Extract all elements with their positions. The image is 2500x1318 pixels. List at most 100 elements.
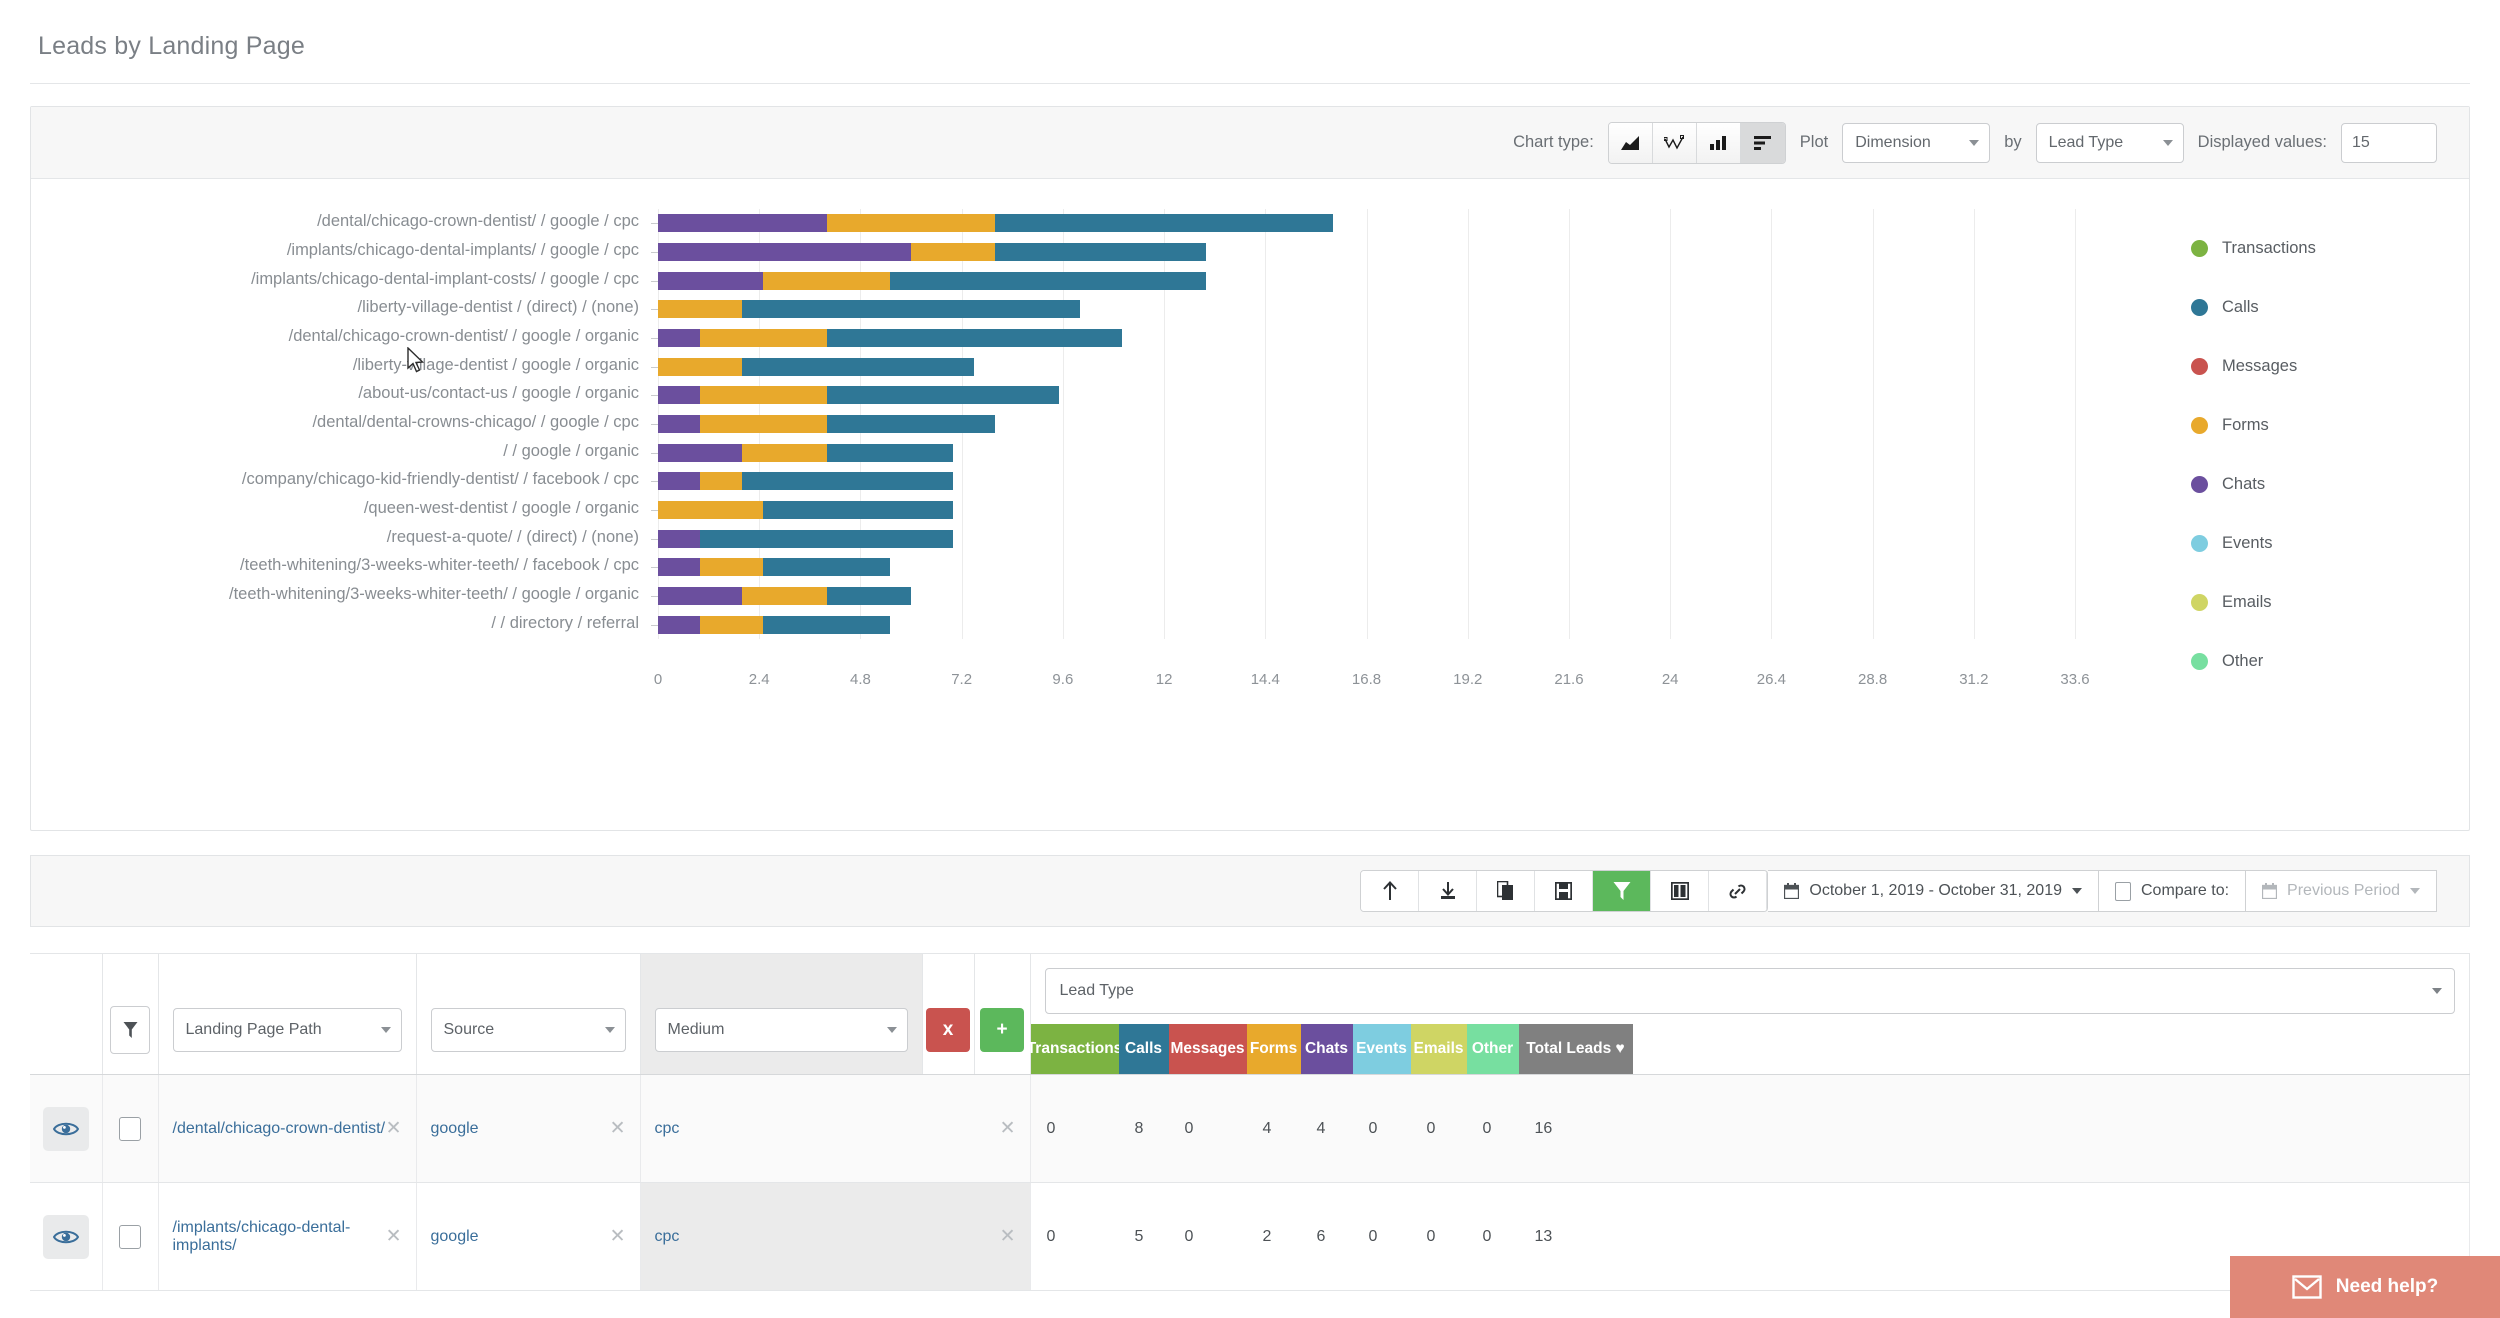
chart-bar-segment[interactable] <box>763 615 890 634</box>
chart-bar-segment[interactable] <box>700 415 827 433</box>
compare-checkbox[interactable] <box>2115 881 2131 901</box>
chart-bar-segment[interactable] <box>700 472 743 491</box>
chart-bar-segment[interactable] <box>658 300 743 319</box>
chart-bar-segment[interactable] <box>826 329 1122 347</box>
filter-icon[interactable] <box>1593 871 1652 911</box>
metric-column-header[interactable]: Forms <box>1246 1024 1301 1074</box>
chart-bar-segment[interactable] <box>700 329 827 347</box>
chart-bar-segment[interactable] <box>700 386 827 405</box>
table-row[interactable]: /implants/chicago-dental-implants/✕ googl… <box>30 1182 2470 1291</box>
previous-period-select[interactable]: Previous Period <box>2246 870 2437 912</box>
metric-column-header[interactable]: Total Leads ♥ <box>1518 1024 1633 1074</box>
metric-column-header[interactable]: Other <box>1466 1024 1519 1074</box>
chart-bar-segment[interactable] <box>742 443 827 462</box>
chart-bar-segment[interactable] <box>826 214 996 233</box>
chart-bar-segment[interactable] <box>658 386 701 405</box>
date-range-picker[interactable]: October 1, 2019 - October 31, 2019 <box>1768 870 2099 912</box>
dimension-select-1[interactable]: Landing Page Path <box>172 1008 402 1052</box>
columns-icon[interactable] <box>1651 871 1710 911</box>
plot-by-select[interactable]: Lead Type <box>2035 122 2184 163</box>
cell-value[interactable]: google <box>431 1120 479 1138</box>
need-help-widget[interactable]: Need help? <box>2230 1256 2500 1318</box>
download-icon[interactable] <box>1419 871 1478 911</box>
chart-bar-segment[interactable] <box>658 415 701 433</box>
row-checkbox[interactable] <box>119 1116 141 1141</box>
displayed-values-input[interactable] <box>2341 122 2437 163</box>
legend-item[interactable]: Messages <box>2191 337 2316 396</box>
chart-bar-segment[interactable] <box>658 243 912 261</box>
metric-column-header[interactable]: Calls <box>1118 1024 1169 1074</box>
remove-dimension-button[interactable]: x <box>926 1008 970 1052</box>
column-chart-icon[interactable] <box>1696 122 1741 163</box>
area-chart-icon[interactable] <box>1608 122 1653 163</box>
remove-value-icon[interactable]: ✕ <box>610 1225 626 1248</box>
filter-toggle-button[interactable] <box>110 1006 150 1054</box>
chart-bar-segment[interactable] <box>995 243 1207 261</box>
row-visibility-button[interactable] <box>42 1214 89 1259</box>
chart-bar-segment[interactable] <box>742 472 954 491</box>
legend-item[interactable]: Forms <box>2191 396 2316 455</box>
remove-value-icon[interactable]: ✕ <box>1000 1225 1016 1248</box>
chart-bar-segment[interactable] <box>826 587 912 605</box>
chart-bar-segment[interactable] <box>700 529 954 548</box>
metric-column-header[interactable]: Transactions <box>1027 1024 1122 1074</box>
chart-bar-segment[interactable] <box>826 415 996 433</box>
upload-icon[interactable] <box>1361 871 1420 911</box>
row-visibility-button[interactable] <box>42 1106 89 1151</box>
legend-item[interactable]: Calls <box>2191 278 2316 337</box>
remove-value-icon[interactable]: ✕ <box>610 1117 626 1140</box>
chart-bar-segment[interactable] <box>658 587 743 605</box>
chart-bar-segment[interactable] <box>658 472 701 491</box>
chart-bar-segment[interactable] <box>763 558 890 577</box>
chart-bar-segment[interactable] <box>911 243 996 261</box>
link-icon[interactable] <box>1709 871 1768 911</box>
chart-bar-segment[interactable] <box>995 214 1333 233</box>
metric-column-header[interactable]: Messages <box>1168 1024 1247 1074</box>
remove-value-icon[interactable]: ✕ <box>1000 1117 1016 1140</box>
legend-item[interactable]: Transactions <box>2191 219 2316 278</box>
chart-bar-segment[interactable] <box>658 271 764 290</box>
legend-item[interactable]: Emails <box>2191 573 2316 632</box>
cell-value[interactable]: cpc <box>655 1228 680 1246</box>
legend-item[interactable]: Chats <box>2191 455 2316 514</box>
remove-value-icon[interactable]: ✕ <box>386 1117 402 1140</box>
chart-bar-segment[interactable] <box>658 329 701 347</box>
chart-bar-segment[interactable] <box>742 300 1080 319</box>
row-checkbox[interactable] <box>119 1224 141 1249</box>
add-dimension-button[interactable]: + <box>980 1008 1024 1052</box>
metric-column-header[interactable]: Emails <box>1410 1024 1467 1074</box>
chart-bar-segment[interactable] <box>658 558 701 577</box>
chart-bar-segment[interactable] <box>826 443 954 462</box>
cell-value[interactable]: cpc <box>655 1120 680 1138</box>
chart-bar-segment[interactable] <box>658 529 701 548</box>
chart-bar-segment[interactable] <box>763 271 890 290</box>
chart-bar-segment[interactable] <box>658 501 764 519</box>
chart-bar-segment[interactable] <box>658 214 827 233</box>
metric-column-header[interactable]: Chats <box>1300 1024 1353 1074</box>
metric-column-header[interactable]: Events <box>1352 1024 1411 1074</box>
legend-item[interactable]: Other <box>2191 632 2316 691</box>
legend-item[interactable]: Events <box>2191 514 2316 573</box>
chart-bar-segment[interactable] <box>658 357 743 376</box>
chart-bar-segment[interactable] <box>742 357 975 376</box>
chart-bar-segment[interactable] <box>700 558 764 577</box>
cell-value[interactable]: /implants/chicago-dental-implants/ <box>173 1219 386 1255</box>
table-row[interactable]: /dental/chicago-crown-dentist/✕ google ✕ cp… <box>30 1074 2470 1183</box>
chart-bar-segment[interactable] <box>700 615 764 634</box>
cell-value[interactable]: google <box>431 1228 479 1246</box>
chart-bar-segment[interactable] <box>742 587 827 605</box>
chart-bar-segment[interactable] <box>826 386 1059 405</box>
save-icon[interactable] <box>1535 871 1594 911</box>
plot-dimension-select[interactable]: Dimension <box>1842 122 1991 163</box>
remove-value-icon[interactable]: ✕ <box>386 1225 402 1248</box>
chart-bar-segment[interactable] <box>763 501 954 519</box>
copy-icon[interactable] <box>1477 871 1536 911</box>
dimension-select-3[interactable]: Medium <box>654 1008 908 1052</box>
chart-bar-segment[interactable] <box>889 271 1207 290</box>
bar-chart-icon[interactable] <box>1740 122 1785 163</box>
lead-type-select[interactable]: Lead Type <box>1044 968 2455 1014</box>
line-chart-icon[interactable] <box>1652 122 1697 163</box>
chart-bar-segment[interactable] <box>658 615 701 634</box>
chart-bar-segment[interactable] <box>658 443 743 462</box>
compare-to-toggle[interactable]: Compare to: <box>2099 870 2247 912</box>
